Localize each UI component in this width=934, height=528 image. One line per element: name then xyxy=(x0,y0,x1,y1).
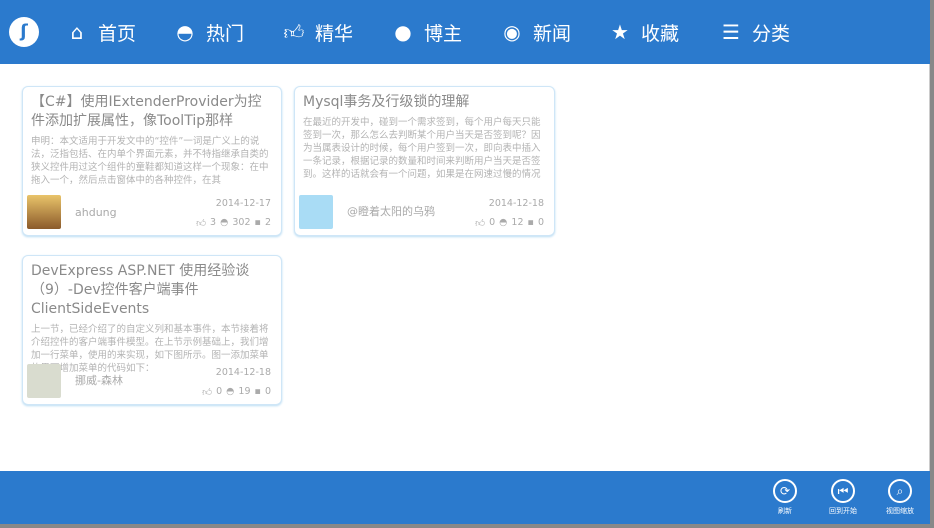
top-nav: ʃ ⌂ 首页 ◓ 热门 👍︎ 精华 ● 博主 ◉ 新闻 ★ 收藏 ☰ 分类 xyxy=(0,0,930,64)
post-date: 2014-12-18 xyxy=(488,198,544,209)
post-author[interactable]: @瞪着太阳的乌鸦 xyxy=(347,203,435,219)
star-icon: ★ xyxy=(611,20,629,44)
comments-count: 0 xyxy=(264,386,271,397)
post-title[interactable]: DevExpress ASP.NET 使用经验谈（9）-Dev控件客户端事件 C… xyxy=(31,262,275,319)
comments-count: 2 xyxy=(264,217,271,228)
nav-label: 首页 xyxy=(98,22,137,45)
post-date: 2014-12-18 xyxy=(215,367,271,378)
button-label: 刷新 xyxy=(778,507,792,515)
post-summary: 申明：本文适用于开发文中的“控件”一词是广义上的说法，泛指包括、在内单个界面元素… xyxy=(31,136,269,186)
comment-icon: ▪ xyxy=(527,217,534,228)
post-stats: 👍︎ 3 ◓ 302 ▪ 2 xyxy=(196,217,271,229)
nav-categories[interactable]: ☰ 分类 xyxy=(720,0,790,64)
comments-count: 0 xyxy=(537,217,544,228)
nav-news[interactable]: ◉ 新闻 xyxy=(501,0,571,64)
post-title[interactable]: 【C#】使用IExtenderProvider为控件添加扩展属性，像ToolTi… xyxy=(31,93,275,131)
post-summary: 在最近的开发中，碰到一个需求签到，每个用户每天只能签到一次，那么怎么去判断某个用… xyxy=(303,117,541,180)
window-shadow xyxy=(0,524,934,528)
nav-favorites[interactable]: ★ 收藏 xyxy=(609,0,679,64)
list-icon: ☰ xyxy=(722,20,740,44)
nav-label: 博主 xyxy=(424,22,463,45)
button-label: 回到开始 xyxy=(829,507,857,515)
thumbs-up-icon: 👍︎ xyxy=(283,19,305,44)
like-icon: 👍︎ xyxy=(202,387,213,398)
refresh-button[interactable]: ⟳ 刷新 xyxy=(755,479,815,516)
views-count: 12 xyxy=(511,217,524,228)
views-count: 19 xyxy=(238,386,251,397)
post-card[interactable]: DevExpress ASP.NET 使用经验谈（9）-Dev控件客户端事件 C… xyxy=(22,255,282,405)
nav-featured[interactable]: 👍︎ 精华 xyxy=(283,0,353,64)
view-zoom-button[interactable]: ⌕ 视图缩放 xyxy=(870,479,930,516)
post-title[interactable]: Mysql事务及行级锁的理解 xyxy=(303,93,548,112)
post-card[interactable]: Mysql事务及行级锁的理解 在最近的开发中，碰到一个需求签到，每个用户每天只能… xyxy=(294,86,555,236)
post-author[interactable]: 挪威-森林 xyxy=(75,372,123,388)
post-stats: 👍︎ 0 ◓ 12 ▪ 0 xyxy=(475,217,544,229)
likes-count: 0 xyxy=(489,217,496,228)
post-author[interactable]: ahdung xyxy=(75,206,117,219)
refresh-icon: ⟳ xyxy=(773,479,797,503)
globe-icon: ◉ xyxy=(503,20,521,44)
nav-hot[interactable]: ◓ 热门 xyxy=(174,0,244,64)
skip-back-icon: ⏮︎ xyxy=(831,479,855,503)
window-shadow xyxy=(930,0,934,528)
views-count: 302 xyxy=(232,217,251,228)
button-label: 视图缩放 xyxy=(886,507,914,515)
likes-count: 3 xyxy=(210,217,217,228)
like-icon: 👍︎ xyxy=(475,218,486,229)
avatar[interactable] xyxy=(27,195,61,229)
like-icon: 👍︎ xyxy=(196,218,207,229)
comment-icon: ▪ xyxy=(254,386,261,397)
nav-label: 收藏 xyxy=(641,22,680,45)
nav-home[interactable]: ⌂ 首页 xyxy=(66,0,136,64)
nav-label: 分类 xyxy=(752,22,791,45)
home-icon: ⌂ xyxy=(70,20,84,44)
views-icon: ◓ xyxy=(226,386,235,397)
nav-label: 精华 xyxy=(315,22,354,45)
user-icon: ● xyxy=(394,20,412,44)
zoom-icon: ⌕ xyxy=(888,479,912,503)
nav-bloggers[interactable]: ● 博主 xyxy=(392,0,462,64)
comment-icon: ▪ xyxy=(254,217,261,228)
avatar[interactable] xyxy=(299,195,333,229)
eye-icon: ◓ xyxy=(176,20,194,44)
rss-icon[interactable]: ʃ xyxy=(9,17,39,47)
nav-label: 新闻 xyxy=(533,22,572,45)
views-icon: ◓ xyxy=(499,217,508,228)
avatar[interactable] xyxy=(27,364,61,398)
post-stats: 👍︎ 0 ◓ 19 ▪ 0 xyxy=(202,386,271,398)
views-icon: ◓ xyxy=(220,217,229,228)
post-card[interactable]: 【C#】使用IExtenderProvider为控件添加扩展属性，像ToolTi… xyxy=(22,86,282,236)
app-window: ʃ ⌂ 首页 ◓ 热门 👍︎ 精华 ● 博主 ◉ 新闻 ★ 收藏 ☰ 分类 【C#】使用IEx… xyxy=(0,0,930,524)
post-date: 2014-12-17 xyxy=(215,198,271,209)
back-to-start-button[interactable]: ⏮︎ 回到开始 xyxy=(813,479,873,516)
nav-label: 热门 xyxy=(206,22,245,45)
likes-count: 0 xyxy=(216,386,223,397)
app-bar: ⟳ 刷新 ⏮︎ 回到开始 ⌕ 视图缩放 xyxy=(0,471,930,524)
